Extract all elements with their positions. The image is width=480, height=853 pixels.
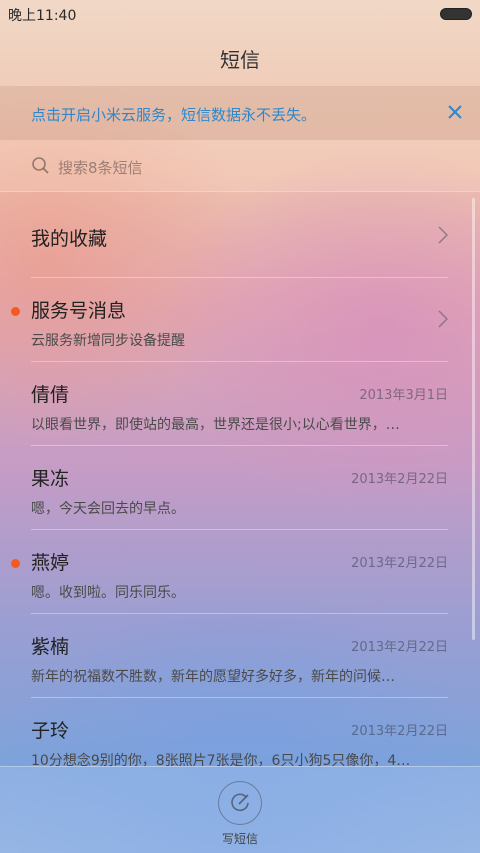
- title-bar: 短信: [0, 28, 480, 86]
- compose-label[interactable]: 写短信: [208, 830, 272, 847]
- page-title: 短信: [220, 48, 260, 72]
- chevron-right-icon: [438, 226, 449, 244]
- scrollbar[interactable]: [472, 198, 475, 640]
- bottom-bar: 写短信: [0, 766, 480, 853]
- compose-button[interactable]: 写短信: [218, 781, 262, 847]
- banner-text[interactable]: 点击开启小米云服务，短信数据永不丢失。: [31, 104, 316, 125]
- thread-name: 倩倩: [31, 384, 70, 406]
- thread-row[interactable]: 果冻 2013年2月22日 嗯，今天会回去的早点。: [0, 446, 480, 530]
- search-bar[interactable]: 搜索8条短信: [0, 140, 480, 192]
- thread-list: 我的收藏 服务号消息 云服务新增同步设备提醒 倩倩 2013年3月1日 以眼看世…: [0, 194, 480, 782]
- thread-snippet: 云服务新增同步设备提醒: [31, 333, 185, 349]
- thread-name: 子玲: [31, 720, 70, 742]
- battery-icon: [440, 8, 472, 20]
- thread-row-service[interactable]: 服务号消息 云服务新增同步设备提醒: [0, 278, 480, 362]
- thread-row[interactable]: 紫楠 2013年2月22日 新年的祝福数不胜数，新年的愿望好多好多，新年的问候…: [0, 614, 480, 698]
- status-bar: 晚上11:40: [0, 0, 480, 28]
- compose-icon[interactable]: [218, 781, 262, 825]
- thread-name: 果冻: [31, 468, 70, 490]
- status-time: 晚上11:40: [8, 8, 77, 24]
- chevron-right-icon: [438, 310, 449, 328]
- thread-date: 2013年2月22日: [351, 724, 448, 739]
- thread-row[interactable]: 倩倩 2013年3月1日 以眼看世界，即使站的最高，世界还是很小;以心看世界，…: [0, 362, 480, 446]
- thread-snippet: 嗯。收到啦。同乐同乐。: [31, 585, 185, 601]
- thread-row[interactable]: 燕婷 2013年2月22日 嗯。收到啦。同乐同乐。: [0, 530, 480, 614]
- thread-snippet: 新年的祝福数不胜数，新年的愿望好多好多，新年的问候…: [31, 669, 395, 685]
- cloud-service-banner[interactable]: 点击开启小米云服务，短信数据永不丢失。: [0, 86, 480, 140]
- thread-name: 燕婷: [31, 552, 70, 574]
- unread-dot-icon: [11, 559, 20, 568]
- thread-date: 2013年3月1日: [359, 388, 448, 403]
- thread-name: 紫楠: [31, 636, 70, 658]
- thread-date: 2013年2月22日: [351, 640, 448, 655]
- thread-date: 2013年2月22日: [351, 556, 448, 571]
- thread-row-favorites[interactable]: 我的收藏: [0, 194, 480, 278]
- thread-name: 服务号消息: [31, 300, 127, 322]
- close-icon[interactable]: [444, 101, 466, 123]
- search-input[interactable]: 搜索8条短信: [58, 157, 143, 178]
- thread-name: 我的收藏: [31, 228, 108, 250]
- thread-date: 2013年2月22日: [351, 472, 448, 487]
- thread-snippet: 嗯，今天会回去的早点。: [31, 501, 185, 517]
- search-icon: [31, 156, 51, 176]
- unread-dot-icon: [11, 307, 20, 316]
- thread-snippet: 以眼看世界，即使站的最高，世界还是很小;以心看世界，…: [31, 417, 400, 433]
